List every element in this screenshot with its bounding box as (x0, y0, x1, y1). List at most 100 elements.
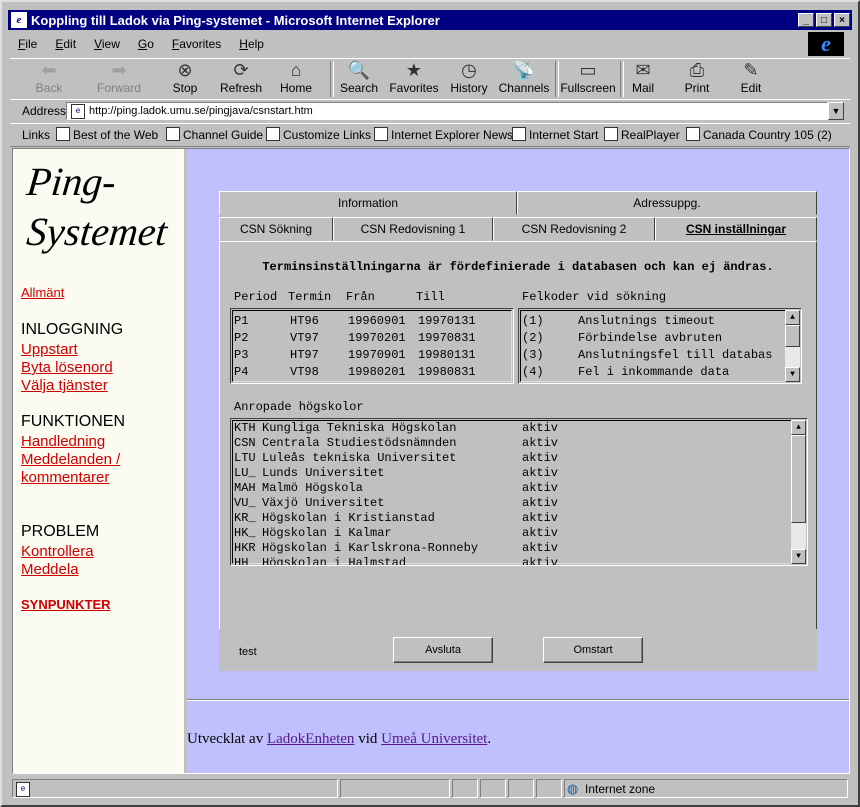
link-handledning[interactable]: Handledning (21, 433, 105, 450)
channels-icon: 📡 (512, 60, 536, 80)
refresh-button[interactable]: ⟳ Refresh (212, 59, 270, 99)
link-page-icon (374, 127, 388, 141)
ping-systemet-logo: Ping- Systemet (24, 159, 170, 254)
avsluta-button[interactable]: Avsluta (393, 637, 493, 663)
status-bar: e ◍ Internet zone (12, 779, 850, 799)
heading-inloggning: INLOGGNING (21, 321, 124, 338)
menu-edit[interactable]: Edit (55, 37, 76, 51)
tab-csn-installningar[interactable]: CSN inställningar (655, 217, 817, 241)
applet-footer: test Avsluta Omstart (219, 629, 817, 671)
menu-help[interactable]: Help (239, 37, 264, 51)
link-ie-news[interactable]: Internet Explorer News (374, 127, 513, 142)
channels-button[interactable]: 📡 Channels (495, 59, 553, 99)
link-page-icon (166, 127, 180, 141)
schools-label: Anropade högskolor (234, 400, 364, 414)
status-text: test (239, 646, 257, 658)
stop-button[interactable]: ⊗ Stop (156, 59, 214, 99)
link-internet-start[interactable]: Internet Start (512, 127, 598, 142)
scroll-thumb[interactable] (785, 325, 800, 347)
search-button[interactable]: 🔍 Search (330, 59, 388, 99)
link-page-icon (686, 127, 700, 141)
link-customize-links[interactable]: Customize Links (266, 127, 371, 142)
mail-button[interactable]: ✉ Mail (614, 59, 672, 99)
link-channel-guide[interactable]: Channel Guide (166, 127, 263, 142)
edit-button[interactable]: ✎ Edit (722, 59, 780, 99)
link-valja-tjanster[interactable]: Välja tjänster (21, 377, 108, 394)
left-frame: Ping- Systemet Allmänt INLOGGNING Uppsta… (13, 149, 183, 773)
link-synpunkter[interactable]: SYNPUNKTER (21, 597, 111, 612)
error-list-scrollbar[interactable]: ▲ ▼ (785, 310, 800, 382)
tab-csn-redovisning-2[interactable]: CSN Redovisning 2 (493, 217, 655, 241)
schools-list-scrollbar[interactable]: ▲ ▼ (791, 420, 806, 564)
link-page-icon (604, 127, 618, 141)
horizontal-rule (187, 699, 849, 701)
right-frame: Information Adressuppg. CSN Sökning CSN … (187, 149, 849, 773)
link-best-of-the-web[interactable]: Best of the Web (56, 127, 158, 142)
link-umea-universitet[interactable]: Umeå Universitet (381, 731, 487, 747)
csn-applet: Information Adressuppg. CSN Sökning CSN … (219, 191, 817, 671)
maximize-button[interactable]: □ (816, 13, 832, 27)
print-button[interactable]: ⎙ Print (668, 59, 726, 99)
link-page-icon (56, 127, 70, 141)
fullscreen-icon: ▭ (579, 60, 597, 80)
menu-view[interactable]: View (94, 37, 120, 51)
favorites-button[interactable]: ★ Favorites (385, 59, 443, 99)
status-main: e (12, 779, 338, 798)
tab-csn-redovisning-1[interactable]: CSN Redovisning 1 (333, 217, 493, 241)
credit-line: Utvecklat av LadokEnheten vid Umeå Unive… (187, 731, 492, 747)
link-kontrollera[interactable]: Kontrollera (21, 543, 94, 560)
ie-page-icon: e (11, 12, 27, 28)
link-canada-country[interactable]: Canada Country 105 (2) (686, 127, 832, 142)
error-code-list[interactable]: (1) Anslutnings timeout (2) Förbindelse av… (518, 308, 802, 384)
scroll-down-icon[interactable]: ▼ (785, 367, 800, 382)
scroll-thumb[interactable] (791, 435, 806, 523)
settings-panel: Terminsinställningarna är fördefinierade… (219, 241, 817, 631)
minimize-button[interactable]: _ (798, 13, 814, 27)
close-button[interactable]: × (834, 13, 850, 27)
tab-row-bottom: CSN Sökning CSN Redovisning 1 CSN Redovi… (219, 217, 817, 241)
link-realplayer[interactable]: RealPlayer (604, 127, 680, 142)
search-icon: 🔍 (347, 60, 371, 80)
link-page-icon (512, 127, 526, 141)
status-cell (480, 779, 506, 798)
address-label: Address (22, 104, 67, 118)
home-button[interactable]: ⌂ Home (267, 59, 325, 99)
settings-heading: Terminsinställningarna är fördefinierade… (262, 260, 774, 274)
scroll-up-icon[interactable]: ▲ (791, 420, 806, 435)
link-kommentarer[interactable]: kommentarer (21, 469, 109, 486)
omstart-button[interactable]: Omstart (543, 637, 643, 663)
menu-go[interactable]: Go (138, 37, 154, 51)
window-title: Koppling till Ladok via Ping-systemet - … (31, 12, 440, 28)
link-uppstart[interactable]: Uppstart (21, 341, 78, 358)
fullscreen-button[interactable]: ▭ Fullscreen (558, 59, 618, 99)
history-icon: ◷ (461, 60, 477, 80)
error-codes-label: Felkoder vid sökning (522, 290, 667, 304)
history-button[interactable]: ◷ History (440, 59, 498, 99)
link-meddela[interactable]: Meddela (21, 561, 79, 578)
tab-information[interactable]: Information (219, 191, 517, 215)
status-progress (340, 779, 450, 798)
link-ladokenheten[interactable]: LadokEnheten (267, 731, 354, 747)
address-input[interactable]: e http://ping.ladok.umu.se/pingjava/csns… (66, 102, 828, 120)
forward-button[interactable]: ➡ Forward (90, 59, 148, 99)
menu-favorites[interactable]: Favorites (172, 37, 221, 51)
title-bar[interactable]: e Koppling till Ladok via Ping-systemet … (8, 10, 852, 30)
period-list[interactable]: P1 HT96 19960901 19970131 P2 VT97 19970201 199… (230, 308, 514, 384)
tab-csn-sokning[interactable]: CSN Sökning (219, 217, 333, 241)
schools-list[interactable]: KTH Kungliga Tekniska Högskolan aktiv CSN C… (230, 418, 808, 566)
status-cell (536, 779, 562, 798)
address-dropdown-button[interactable]: ▼ (828, 102, 844, 120)
link-byta-losenord[interactable]: Byta lösenord (21, 359, 113, 376)
scroll-up-icon[interactable]: ▲ (785, 310, 800, 325)
link-meddelanden[interactable]: Meddelanden / (21, 451, 120, 468)
scroll-down-icon[interactable]: ▼ (791, 549, 806, 564)
page-content: Ping- Systemet Allmänt INLOGGNING Uppsta… (12, 148, 850, 774)
menu-file[interactable]: File (18, 37, 37, 51)
tab-adressuppg[interactable]: Adressuppg. (517, 191, 817, 215)
page-done-icon: e (16, 782, 30, 797)
link-allmant[interactable]: Allmänt (21, 285, 64, 300)
heading-problem: PROBLEM (21, 523, 100, 540)
back-button[interactable]: ⬅ Back (20, 59, 78, 99)
edit-icon: ✎ (743, 60, 759, 80)
col-period: Period (234, 290, 278, 304)
